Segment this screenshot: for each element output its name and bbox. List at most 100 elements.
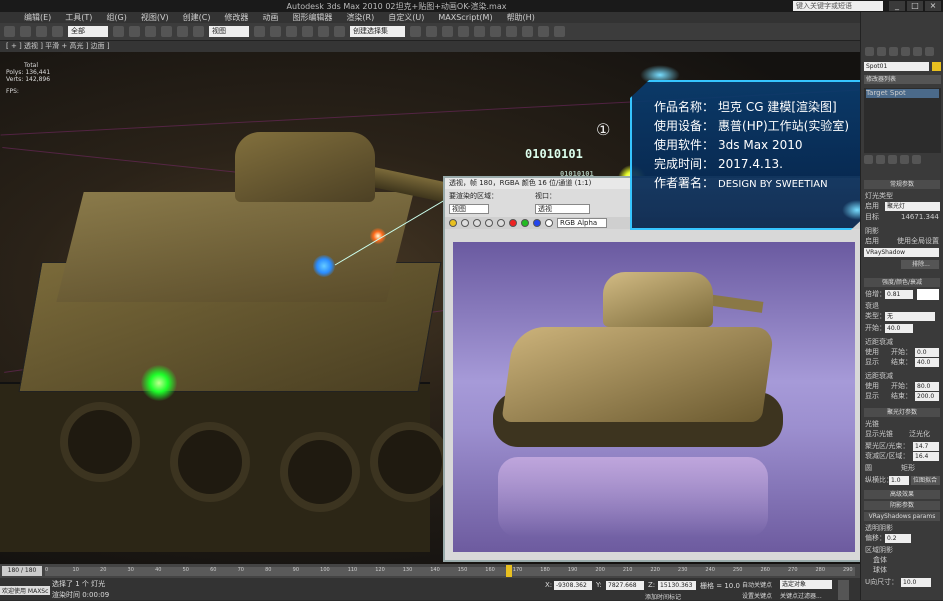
rollout-general-params[interactable]: 常规参数 <box>864 180 940 189</box>
clone-window-icon[interactable] <box>473 219 481 227</box>
transparent-shadows-checkbox[interactable]: 透明阴影 <box>865 524 893 533</box>
utilities-tab-icon[interactable] <box>925 46 934 56</box>
frame-indicator[interactable]: 180 / 180 <box>2 566 42 576</box>
move-icon[interactable] <box>161 26 172 37</box>
pivot-icon[interactable] <box>254 26 265 37</box>
teapot-icon[interactable] <box>554 26 565 37</box>
decay-start-field[interactable]: 40.0 <box>885 324 913 333</box>
shadow-type-dropdown[interactable]: VRayShadow <box>864 248 939 257</box>
set-key-button[interactable]: 设置关键点 <box>742 591 772 600</box>
targeted-checkbox[interactable]: 目标 <box>865 213 879 222</box>
circle-radio[interactable]: 圆 <box>865 464 872 473</box>
named-selection-dropdown[interactable]: 创建选择集 <box>350 26 405 37</box>
use-global-checkbox[interactable]: 使用全局设置 <box>897 237 939 246</box>
undo-icon[interactable] <box>4 26 15 37</box>
rectangle-radio[interactable]: 矩形 <box>901 464 915 473</box>
channel-dropdown[interactable]: RGB Alpha <box>557 218 607 228</box>
viewport-label[interactable]: [ + ] 透视 ] 平滑 + 高光 ] 边面 ] <box>6 42 110 50</box>
mirror-icon[interactable] <box>410 26 421 37</box>
multiplier-field[interactable]: 0.81 <box>885 290 913 299</box>
z-coord-field[interactable]: 15130.363 <box>658 581 696 590</box>
show-end-result-icon[interactable] <box>876 155 885 164</box>
angle-snap-icon[interactable] <box>302 26 313 37</box>
box-radio[interactable]: 盒体 <box>873 556 887 565</box>
light-enable-checkbox[interactable]: 启用 <box>865 202 879 211</box>
blue-channel-icon[interactable] <box>533 219 541 227</box>
menu-animation[interactable]: 动画 <box>262 12 278 23</box>
menu-modifiers[interactable]: 修改器 <box>224 12 248 23</box>
close-button[interactable]: × <box>925 1 941 11</box>
render-frame-icon[interactable] <box>522 26 533 37</box>
object-color-swatch[interactable] <box>932 62 941 71</box>
far-show-checkbox[interactable]: 显示 <box>865 392 879 401</box>
save-image-icon[interactable] <box>449 219 457 227</box>
hotspot-field[interactable]: 14.7 <box>913 442 939 451</box>
align-icon[interactable] <box>426 26 437 37</box>
maximize-button[interactable]: □ <box>907 1 923 11</box>
menu-graph-editors[interactable]: 图形编辑器 <box>292 12 332 23</box>
play-icon[interactable] <box>838 590 849 600</box>
display-tab-icon[interactable] <box>913 46 922 56</box>
rendered-frame-window[interactable]: 透视，帧 180，RGBA 颜色 16 位/通道 (1:1) 要渲染的区域： 视… <box>443 176 866 562</box>
bitmap-fit-button[interactable]: 位图拟合 <box>911 476 940 485</box>
far-use-checkbox[interactable]: 使用 <box>865 382 879 391</box>
far-end-field[interactable]: 200.0 <box>915 392 939 401</box>
aspect-field[interactable]: 1.0 <box>889 476 909 485</box>
y-coord-field[interactable]: 7827.668 <box>606 581 644 590</box>
rollout-shadow-params[interactable]: 阴影参数 <box>864 501 940 510</box>
area-dropdown[interactable]: 视图 <box>449 204 489 214</box>
print-icon[interactable] <box>485 219 493 227</box>
green-light-glow[interactable] <box>141 365 177 401</box>
auto-key-button[interactable]: 自动关键点 <box>742 580 772 589</box>
near-use-checkbox[interactable]: 使用 <box>865 348 879 357</box>
configure-sets-icon[interactable] <box>912 155 921 164</box>
select-by-name-icon[interactable] <box>129 26 140 37</box>
menu-edit[interactable]: 编辑(E) <box>24 12 51 23</box>
menu-create[interactable]: 创建(C) <box>183 12 211 23</box>
shadows-on-checkbox[interactable]: 启用 <box>865 237 879 246</box>
rectangle-select-icon[interactable] <box>145 26 156 37</box>
modify-tab-icon[interactable] <box>877 46 886 56</box>
selection-filter-dropdown[interactable]: 全部 <box>68 26 108 37</box>
green-channel-icon[interactable] <box>521 219 529 227</box>
hierarchy-tab-icon[interactable] <box>889 46 898 56</box>
goto-start-icon[interactable] <box>838 580 849 590</box>
light-color-swatch[interactable] <box>917 289 939 300</box>
link-icon[interactable] <box>36 26 47 37</box>
object-name-field[interactable]: Spot01 <box>864 62 929 71</box>
reference-coord-dropdown[interactable]: 视图 <box>209 26 249 37</box>
rollout-intensity[interactable]: 强度/颜色/衰减 <box>864 278 940 287</box>
rollout-spot-params[interactable]: 聚光灯参数 <box>864 408 940 417</box>
percent-snap-icon[interactable] <box>318 26 329 37</box>
menu-customize[interactable]: 自定义(U) <box>388 12 424 23</box>
key-mode-dropdown[interactable]: 选定对象 <box>780 580 832 589</box>
red-channel-icon[interactable] <box>509 219 517 227</box>
near-end-field[interactable]: 40.0 <box>915 358 939 367</box>
create-tab-icon[interactable] <box>865 46 874 56</box>
pin-stack-icon[interactable] <box>864 155 873 164</box>
render-icon[interactable] <box>538 26 549 37</box>
rotate-icon[interactable] <box>177 26 188 37</box>
alpha-channel-icon[interactable] <box>545 219 553 227</box>
spinner-snap-icon[interactable] <box>334 26 345 37</box>
modifier-stack[interactable]: Target Spot <box>864 88 941 153</box>
schematic-icon[interactable] <box>474 26 485 37</box>
rollout-vray-shadows[interactable]: VRayShadows params <box>864 512 940 521</box>
menu-rendering[interactable]: 渲染(R) <box>346 12 374 23</box>
area-shadow-checkbox[interactable]: 区域阴影 <box>865 546 893 555</box>
near-show-checkbox[interactable]: 显示 <box>865 358 879 367</box>
bias-field[interactable]: 0.2 <box>885 534 911 543</box>
show-cone-checkbox[interactable]: 显示光锥 <box>865 430 893 439</box>
redo-icon[interactable] <box>20 26 31 37</box>
sphere-radio[interactable]: 球体 <box>873 566 887 575</box>
decay-type-dropdown[interactable]: 无 <box>885 312 935 321</box>
exclude-button[interactable]: 排除... <box>901 260 939 269</box>
rollout-advanced-effects[interactable]: 高级效果 <box>864 490 940 499</box>
remove-modifier-icon[interactable] <box>900 155 909 164</box>
timeline-track[interactable]: 0 10 20 30 40 50 60 70 80 90 100 110 120 130 140 150 160… <box>45 567 855 576</box>
layer-icon[interactable] <box>442 26 453 37</box>
search-input[interactable]: 键入关键字或短语 <box>793 1 883 11</box>
light-type-dropdown[interactable]: 聚光灯 <box>885 202 940 211</box>
menu-views[interactable]: 视图(V) <box>141 12 169 23</box>
time-slider-handle[interactable] <box>506 565 512 577</box>
